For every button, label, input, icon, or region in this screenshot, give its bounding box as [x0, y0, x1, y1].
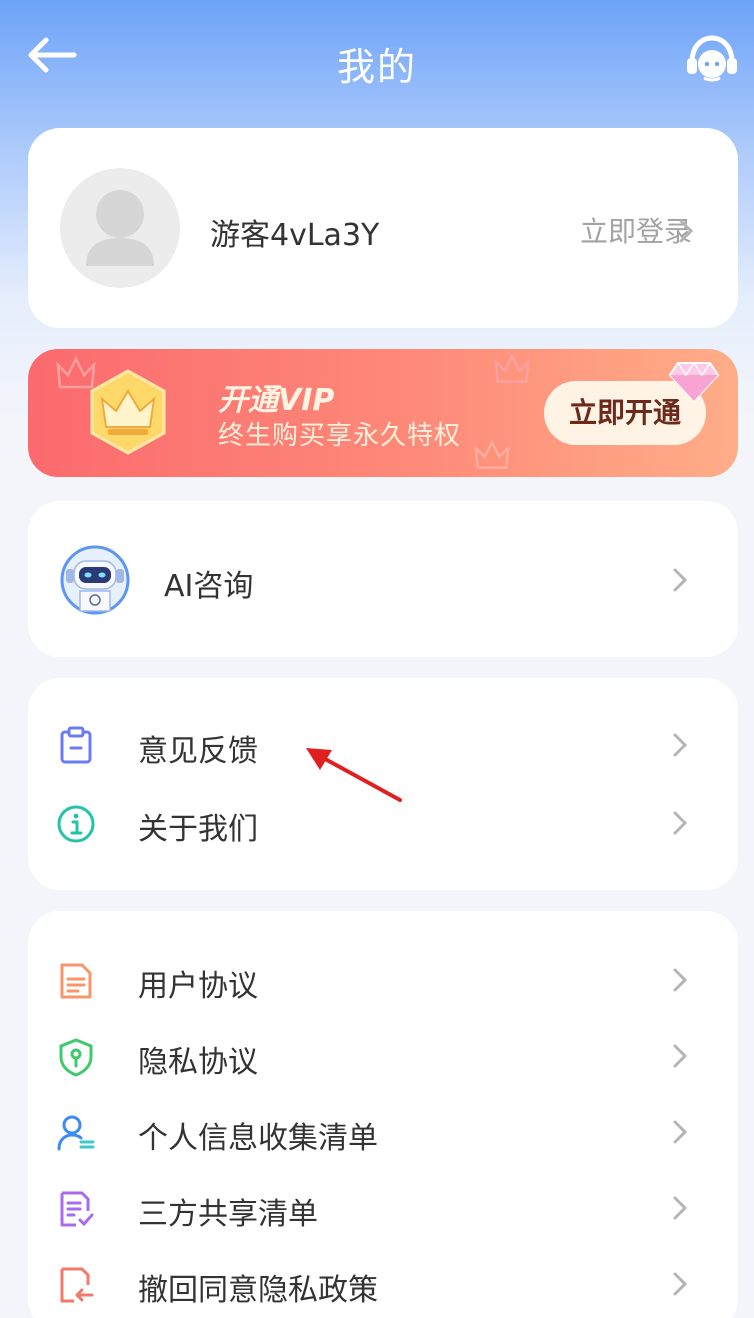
info-icon — [57, 805, 95, 843]
document-icon — [60, 963, 92, 999]
headset-service-icon — [687, 35, 737, 82]
chevron-right-icon — [673, 1196, 688, 1220]
agreements-card: 用户协议 隐私协议 个人信息收集清单 三方共享清单 撤回同意隐私政策 — [28, 911, 738, 1318]
clipboard-icon — [60, 726, 92, 764]
page-title: 我的 — [336, 45, 417, 89]
ai-consult-label: AI咨询 — [164, 569, 254, 604]
crown-watermark-icon — [494, 353, 530, 383]
red-arrow-annotation — [306, 748, 402, 802]
revoke-privacy-label: 撤回同意隐私政策 — [138, 1273, 378, 1308]
list-item-user-agreement[interactable]: 用户协议 — [28, 945, 738, 1015]
header: 我的 — [0, 0, 754, 125]
vip-subtitle: 终生购买享永久特权 — [218, 421, 462, 451]
shield-icon — [59, 1038, 93, 1077]
default-avatar-icon — [86, 190, 154, 266]
chevron-right-icon — [673, 968, 688, 992]
chevron-right-icon — [673, 1272, 688, 1296]
vip-title: 开通VIP — [218, 383, 335, 418]
chevron-right-icon — [673, 568, 688, 592]
chevron-right-icon — [673, 811, 688, 835]
list-item-third-party-list[interactable]: 三方共享清单 — [28, 1173, 738, 1243]
chevron-right-icon — [679, 219, 694, 243]
username: 游客4vLa3Y — [210, 218, 380, 253]
checklist-icon — [60, 1191, 94, 1227]
revoke-document-icon — [60, 1267, 94, 1303]
personal-info-list-label: 个人信息收集清单 — [138, 1121, 378, 1156]
chevron-right-icon — [673, 1044, 688, 1068]
customer-service-button[interactable] — [684, 34, 740, 84]
robot-icon — [60, 545, 130, 615]
user-list-icon — [57, 1115, 95, 1151]
feedback-label: 意见反馈 — [138, 734, 258, 769]
vip-banner[interactable]: 开通VIP 终生购买享永久特权 立即开通 — [28, 349, 738, 477]
ai-consult-card[interactable]: AI咨询 — [28, 501, 738, 657]
privacy-agreement-label: 隐私协议 — [138, 1045, 258, 1080]
vip-crown-badge-icon — [90, 369, 166, 455]
avatar[interactable] — [60, 168, 180, 288]
diamond-icon — [668, 361, 720, 403]
about-label: 关于我们 — [138, 812, 258, 847]
list-item-personal-info-list[interactable]: 个人信息收集清单 — [28, 1097, 738, 1167]
crown-watermark-icon — [474, 439, 510, 469]
profile-card[interactable]: 游客4vLa3Y 立即登录 — [28, 128, 738, 328]
list-item-revoke-privacy[interactable]: 撤回同意隐私政策 — [28, 1249, 738, 1318]
user-agreement-label: 用户协议 — [138, 969, 258, 1004]
third-party-list-label: 三方共享清单 — [138, 1197, 318, 1232]
chevron-right-icon — [673, 733, 688, 757]
chevron-right-icon — [673, 1120, 688, 1144]
list-item-privacy-agreement[interactable]: 隐私协议 — [28, 1021, 738, 1091]
